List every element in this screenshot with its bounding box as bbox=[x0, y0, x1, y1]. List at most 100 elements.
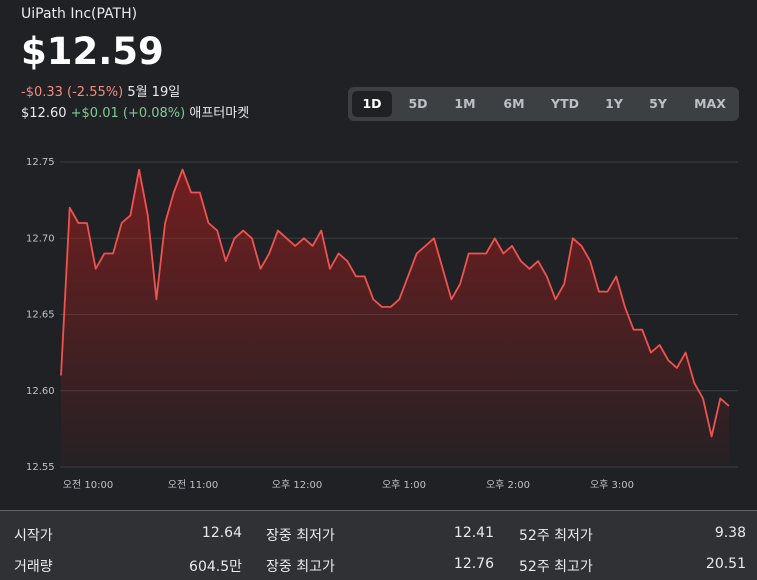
x-tick-label: 오후 12:00 bbox=[272, 479, 322, 491]
data-point bbox=[633, 329, 635, 331]
data-point bbox=[511, 245, 513, 247]
data-point bbox=[476, 253, 478, 255]
data-point bbox=[147, 214, 149, 216]
stock-title: UiPath Inc(PATH) bbox=[21, 6, 138, 22]
data-point bbox=[555, 298, 557, 300]
data-point bbox=[242, 230, 244, 232]
data-point bbox=[77, 222, 79, 224]
data-point bbox=[537, 260, 539, 262]
data-point bbox=[598, 291, 600, 293]
data-point bbox=[424, 245, 426, 247]
x-tick-label: 오후 3:00 bbox=[590, 479, 634, 491]
data-point bbox=[355, 275, 357, 277]
data-point bbox=[338, 253, 340, 255]
stat-value-open: 12.64 bbox=[201, 525, 242, 541]
data-point bbox=[251, 237, 253, 239]
stats-panel: 시작가 12.64 장중 최저가 12.41 52주 최저가 9.38 거래량 … bbox=[0, 510, 757, 580]
data-point bbox=[199, 192, 201, 194]
price-chart[interactable]: 12.75 12.70 12.65 12.60 12.55 오전 10:00 오전 11:0… bbox=[0, 140, 757, 505]
data-point bbox=[216, 230, 218, 232]
data-point bbox=[225, 260, 227, 262]
data-point bbox=[667, 359, 669, 361]
current-price: $12.59 bbox=[21, 30, 164, 73]
range-button-5y[interactable]: 5Y bbox=[638, 91, 678, 117]
stat-value-volume: 604.5만 bbox=[189, 559, 242, 575]
data-point bbox=[103, 253, 105, 255]
data-point bbox=[260, 268, 262, 270]
data-point bbox=[502, 253, 504, 255]
data-point bbox=[459, 283, 461, 285]
data-point bbox=[372, 298, 374, 300]
stat-label-52w-high: 52주 최고가 bbox=[519, 559, 593, 575]
stat-label-day-high: 장중 최고가 bbox=[266, 559, 335, 575]
data-point bbox=[398, 298, 400, 300]
range-button-1y[interactable]: 1Y bbox=[594, 91, 634, 117]
y-tick-label: 12.55 bbox=[26, 462, 55, 473]
data-point bbox=[173, 192, 175, 194]
range-button-max[interactable]: MAX bbox=[690, 91, 730, 117]
data-point bbox=[294, 245, 296, 247]
price-date: 5월 19일 bbox=[127, 85, 181, 100]
y-tick-label: 12.60 bbox=[26, 386, 55, 397]
data-point bbox=[589, 260, 591, 262]
data-point bbox=[329, 268, 331, 270]
range-button-1m[interactable]: 1M bbox=[445, 91, 485, 117]
data-point bbox=[268, 253, 270, 255]
data-point bbox=[95, 268, 97, 270]
data-point bbox=[659, 344, 661, 346]
data-point bbox=[607, 291, 609, 293]
data-point bbox=[641, 329, 643, 331]
data-point bbox=[719, 397, 721, 399]
data-point bbox=[60, 375, 62, 377]
data-point bbox=[563, 283, 565, 285]
stat-value-day-low: 12.41 bbox=[453, 525, 494, 541]
data-point bbox=[364, 275, 366, 277]
price-change: -$0.33 (-2.55%) bbox=[21, 85, 124, 100]
data-point bbox=[407, 275, 409, 277]
y-tick-label: 12.65 bbox=[26, 310, 55, 321]
data-point bbox=[121, 222, 123, 224]
data-point bbox=[615, 275, 617, 277]
x-tick-label: 오전 11:00 bbox=[168, 479, 218, 491]
stat-label-open: 시작가 bbox=[14, 528, 53, 544]
stat-label-volume: 거래량 bbox=[14, 559, 53, 575]
data-point bbox=[208, 222, 210, 224]
stat-label-day-low: 장중 최저가 bbox=[266, 528, 335, 544]
data-point bbox=[190, 192, 192, 194]
data-point bbox=[650, 352, 652, 354]
data-point bbox=[381, 306, 383, 308]
data-point bbox=[112, 253, 114, 255]
data-point bbox=[581, 245, 583, 247]
data-point bbox=[69, 207, 71, 209]
stat-value-52w-high: 20.51 bbox=[705, 556, 746, 572]
data-point bbox=[728, 405, 730, 407]
range-selector: 1D 5D 1M 6M YTD 1Y 5Y MAX bbox=[348, 87, 739, 121]
y-tick-label: 12.75 bbox=[26, 157, 55, 168]
range-button-5d[interactable]: 5D bbox=[398, 91, 438, 117]
price-change-row: -$0.33 (-2.55%) 5월 19일 bbox=[21, 81, 180, 100]
data-point bbox=[702, 397, 704, 399]
data-point bbox=[164, 222, 166, 224]
data-point bbox=[468, 253, 470, 255]
after-hours-row: $12.60 +$0.01 (+0.08%) 애프터마켓 bbox=[21, 102, 249, 121]
data-point bbox=[442, 268, 444, 270]
data-point bbox=[529, 268, 531, 270]
range-button-6m[interactable]: 6M bbox=[494, 91, 534, 117]
x-tick-label: 오후 2:00 bbox=[486, 479, 530, 491]
data-point bbox=[129, 214, 131, 216]
data-point bbox=[138, 169, 140, 171]
data-point bbox=[693, 382, 695, 384]
data-point bbox=[676, 367, 678, 369]
after-hours-change: +$0.01 (+0.08%) bbox=[70, 106, 186, 121]
stat-label-52w-low: 52주 최저가 bbox=[519, 528, 593, 544]
data-point bbox=[303, 237, 305, 239]
y-tick-label: 12.70 bbox=[26, 233, 55, 244]
range-button-ytd[interactable]: YTD bbox=[545, 91, 585, 117]
data-point bbox=[234, 237, 236, 239]
data-point bbox=[685, 352, 687, 354]
data-point bbox=[182, 169, 184, 171]
data-point bbox=[346, 260, 348, 262]
stat-value-day-high: 12.76 bbox=[453, 556, 494, 572]
data-point bbox=[390, 306, 392, 308]
range-button-1d[interactable]: 1D bbox=[352, 91, 392, 117]
